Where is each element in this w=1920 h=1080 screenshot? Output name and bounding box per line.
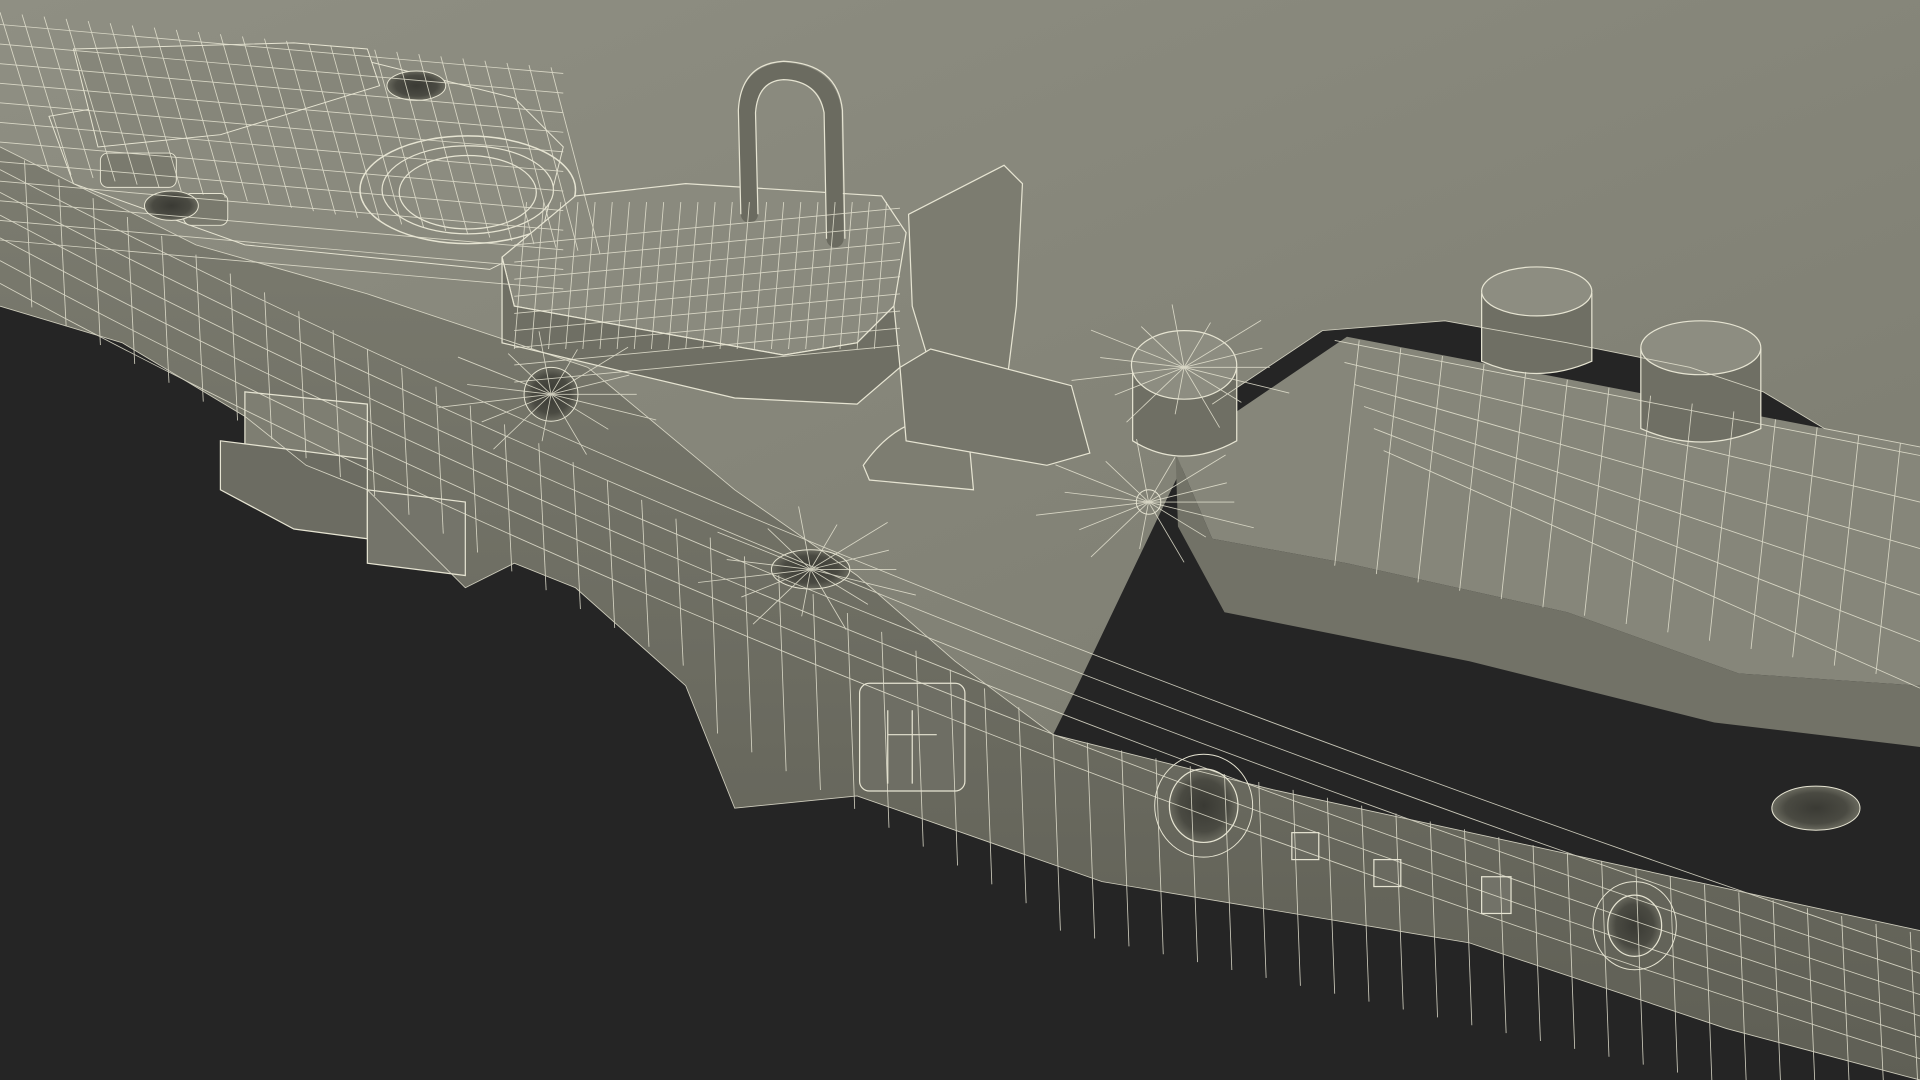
side-square-3: [1481, 876, 1512, 915]
render-viewport: [0, 0, 1920, 1080]
wireframe-render: [0, 0, 1920, 1080]
rear-hole: [1771, 785, 1861, 831]
side-square-2: [1373, 858, 1402, 888]
top-hole-2: [386, 70, 447, 101]
boss-2-top: [1481, 266, 1593, 317]
side-step-3: [366, 489, 466, 577]
side-socket-2: [1607, 894, 1663, 957]
boss-1-top: [1130, 330, 1238, 400]
boss-3-top: [1640, 320, 1762, 376]
